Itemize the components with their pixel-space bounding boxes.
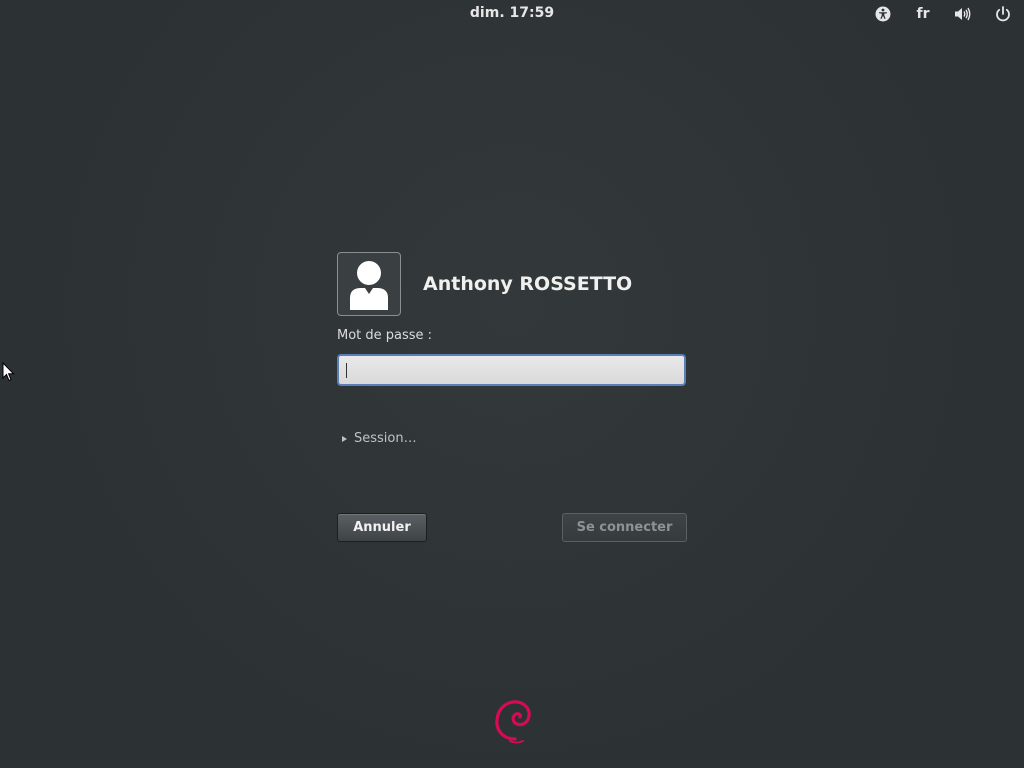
system-tray: fr (868, 3, 1018, 25)
password-field[interactable] (337, 354, 686, 386)
expander-arrow-icon (342, 435, 347, 442)
login-screen: dim. 17:59 fr Anthony ROSSETTO Mot de pa… (0, 0, 1024, 768)
user-icon (350, 261, 388, 310)
cancel-button[interactable]: Annuler (337, 513, 427, 542)
login-dialog: Anthony ROSSETTO Mot de passe : Session…… (337, 250, 687, 542)
volume-icon[interactable] (948, 3, 978, 25)
power-icon[interactable] (988, 3, 1018, 25)
user-row: Anthony ROSSETTO (337, 250, 687, 318)
button-row: Annuler Se connecter (337, 513, 687, 542)
accessibility-icon[interactable] (868, 3, 898, 25)
debian-logo-icon (495, 700, 531, 744)
mouse-cursor-icon (2, 362, 15, 382)
top-bar: dim. 17:59 fr (0, 0, 1024, 28)
user-name: Anthony ROSSETTO (423, 273, 633, 295)
avatar (337, 252, 401, 316)
session-label: Session… (354, 431, 417, 446)
login-button[interactable]: Se connecter (562, 513, 687, 542)
session-expander[interactable]: Session… (337, 431, 427, 446)
password-label: Mot de passe : (337, 328, 433, 343)
language-indicator[interactable]: fr (908, 3, 938, 25)
text-caret (346, 363, 347, 378)
